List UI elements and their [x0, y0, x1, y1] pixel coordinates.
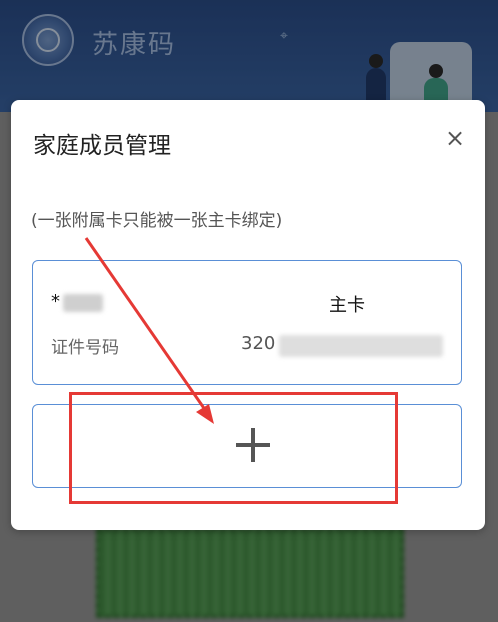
- id-label: 证件号码: [51, 338, 119, 358]
- modal-title: 家庭成员管理: [33, 133, 171, 159]
- member-name-redacted: [63, 294, 103, 312]
- highlight-box: [69, 392, 398, 504]
- member-name: *: [51, 291, 60, 312]
- id-value: 320: [241, 333, 276, 354]
- member-card[interactable]: * 主卡 证件号码 320: [32, 260, 462, 385]
- binding-note: (一张附属卡只能被一张主卡绑定): [31, 211, 283, 231]
- id-value-redacted: [279, 335, 443, 357]
- close-icon[interactable]: ×: [441, 124, 469, 152]
- member-role-badge: 主卡: [329, 295, 365, 316]
